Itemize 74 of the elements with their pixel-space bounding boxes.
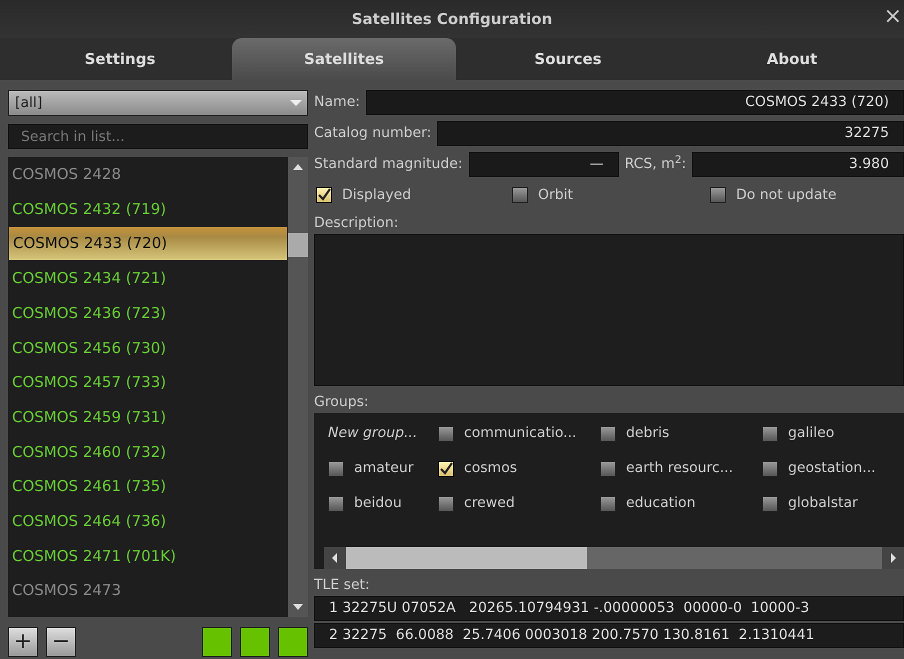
catalog-field[interactable]: 32275 (437, 121, 904, 146)
close-button[interactable]: × (882, 6, 904, 28)
checkbox[interactable] (438, 460, 454, 476)
checkbox[interactable] (762, 496, 778, 512)
section-label: Description: (314, 214, 400, 233)
magnitude-field[interactable]: — (468, 152, 619, 177)
window-title: Satellites Configuration (352, 8, 552, 30)
group-label: galileo (788, 424, 834, 443)
color-button[interactable] (278, 627, 308, 657)
scrollbar-thumb[interactable] (288, 233, 308, 257)
list-item[interactable]: COSMOS 2460 (732) (8, 434, 288, 470)
filter-dropdown[interactable]: [all] (8, 90, 308, 116)
color-button[interactable] (202, 627, 232, 657)
list-item[interactable]: COSMOS 2471 (701K) (8, 538, 288, 574)
list-item[interactable]: COSMOS 2436 (723) (8, 296, 288, 330)
group-label: geostation... (788, 459, 876, 478)
new-group-field[interactable]: New group... (328, 423, 418, 444)
list-item[interactable]: COSMOS 2434 (721) (8, 261, 288, 296)
scrollbar[interactable] (288, 157, 308, 617)
list-item[interactable]: COSMOS 2457 (733) (8, 365, 288, 400)
checkbox[interactable] (328, 496, 344, 512)
checkbox[interactable] (438, 496, 454, 512)
checkbox[interactable] (762, 460, 778, 476)
group-label: education (626, 494, 696, 513)
group-label: amateur (354, 459, 414, 478)
rcs-field[interactable]: 3.980 (692, 152, 904, 177)
field-label: RCS, m$^{2}$: (624, 154, 686, 174)
field-label: Standard magnitude: (314, 155, 463, 174)
left-arrow-icon[interactable] (330, 552, 340, 564)
checkbox[interactable] (600, 496, 616, 512)
checkbox[interactable] (328, 460, 344, 476)
tab[interactable]: Sources (456, 38, 680, 80)
tab[interactable]: Settings (8, 38, 232, 80)
section-label: TLE set: (314, 576, 371, 595)
color-button[interactable] (240, 627, 270, 657)
field-label: Name: (314, 93, 360, 112)
checkbox[interactable] (710, 187, 726, 203)
checkbox[interactable] (438, 426, 454, 442)
group-label: debris (626, 424, 670, 443)
section-label: Groups: (314, 393, 370, 412)
name-field[interactable]: COSMOS 2433 (720) (366, 90, 904, 115)
caret-icon (290, 100, 302, 106)
horizontal-scrollbar[interactable] (324, 547, 904, 569)
group-label: cosmos (464, 459, 518, 478)
group-label: beidou (354, 494, 402, 513)
list-item[interactable]: COSMOS 2456 (730) (8, 330, 288, 366)
option-label: Displayed (342, 186, 412, 204)
list-item[interactable]: COSMOS 2461 (735) (8, 469, 288, 504)
field-label: Catalog number: (314, 124, 432, 143)
checkbox[interactable] (316, 187, 332, 203)
add-button[interactable]: + (8, 627, 38, 657)
checkbox[interactable] (512, 187, 528, 203)
list-item[interactable]: COSMOS 2464 (736) (8, 504, 288, 539)
description-field[interactable] (314, 234, 904, 386)
tab[interactable]: Satellites (232, 38, 456, 80)
list-item[interactable]: COSMOS 2459 (731) (8, 400, 288, 434)
list-item[interactable]: COSMOS 2473 (8, 573, 288, 608)
group-label: earth resourc... (626, 459, 734, 478)
group-label: communicatio... (464, 424, 576, 443)
right-arrow-icon[interactable] (888, 552, 898, 564)
tab[interactable]: About (680, 38, 904, 80)
search-field[interactable]: Search in list... (8, 124, 308, 149)
remove-button[interactable]: − (46, 627, 76, 657)
scrollbar-thumb[interactable] (346, 547, 588, 569)
option-label: Do not update (736, 186, 837, 204)
list-item[interactable]: COSMOS 2432 (719) (8, 192, 288, 226)
list-item[interactable]: COSMOS 2428 (8, 157, 288, 192)
group-label: crewed (464, 494, 515, 513)
group-label: globalstar (788, 494, 858, 513)
checkbox[interactable] (600, 460, 616, 476)
checkbox[interactable] (762, 426, 778, 442)
checkbox[interactable] (600, 426, 616, 442)
list-item[interactable]: COSMOS 2433 (720) (8, 226, 288, 262)
option-label: Orbit (538, 186, 574, 204)
